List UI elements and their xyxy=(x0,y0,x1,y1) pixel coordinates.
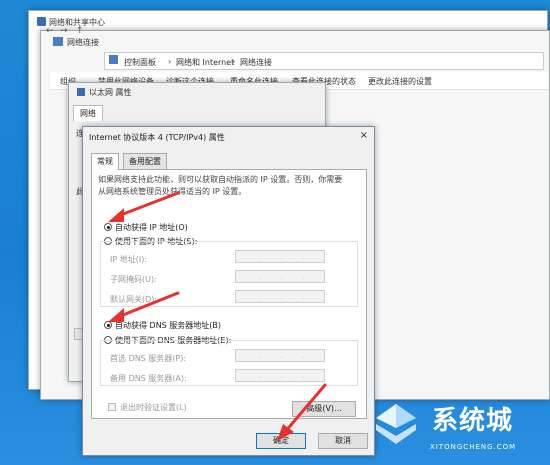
annotation-arrow-dns xyxy=(116,291,180,319)
annotation-arrow-ip xyxy=(116,191,180,218)
annotation-arrows xyxy=(108,191,327,441)
annotation-arrow-ok xyxy=(283,383,327,434)
watermark-logo-icon xyxy=(376,404,416,444)
tab-general[interactable]: 常规 xyxy=(91,153,119,170)
annotation-arrowhead xyxy=(108,208,124,222)
annotation-arrowhead xyxy=(108,308,124,322)
watermark-site: XITONGCHENG.COM xyxy=(430,443,517,451)
watermark-brand: 系统城 xyxy=(432,406,514,436)
